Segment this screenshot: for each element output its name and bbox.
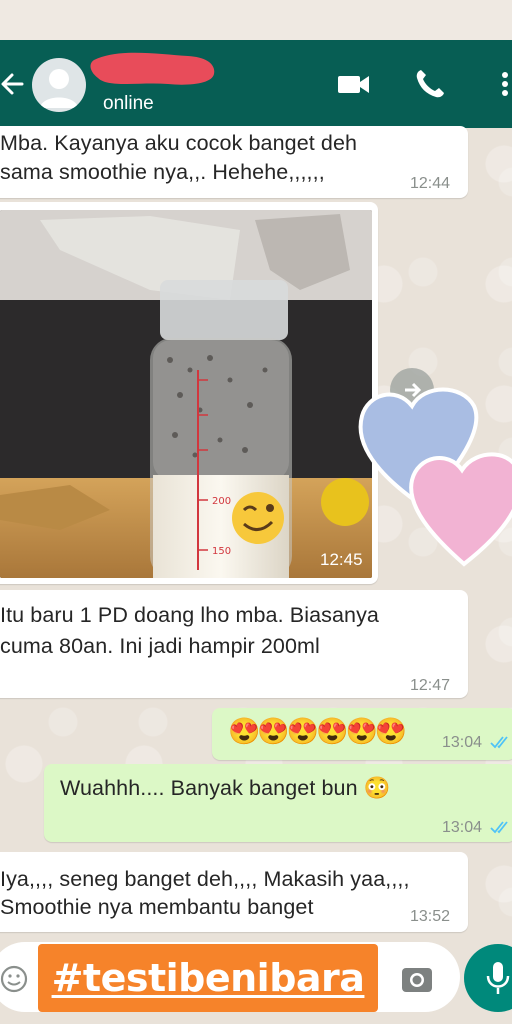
message-line: cuma 80an. Ini jadi hampir 200ml: [0, 634, 320, 658]
message-line: sama smoothie nya,,. Hehehe,,,,,,: [0, 160, 325, 184]
emoji-icon[interactable]: [0, 964, 30, 994]
avatar[interactable]: [32, 58, 86, 112]
milk-bottle-photo[interactable]: 200 150 12:45: [0, 210, 372, 578]
bottle-mark-150: 150: [212, 546, 231, 557]
read-ticks-icon: [490, 821, 508, 834]
wink-emoji: [232, 492, 284, 544]
camera-icon[interactable]: [398, 960, 436, 998]
more-menu-icon[interactable]: [486, 64, 512, 104]
message-time: 13:52: [410, 908, 451, 925]
message-text: Wuahhh.... Banyak banget bun 😳: [60, 776, 391, 800]
message-line: Smoothie nya membantu banget: [0, 895, 314, 919]
voice-call-icon[interactable]: [410, 64, 450, 104]
redacted-contact-name: [90, 52, 215, 85]
message-line: Mba. Kayanya aku cocok banget deh: [0, 131, 358, 155]
read-ticks-icon: [490, 736, 508, 749]
message-time: 12:47: [410, 677, 451, 694]
hashtag-banner: #testibenibara: [38, 944, 378, 1012]
image-time: 12:45: [320, 550, 363, 569]
message-time: 12:44: [410, 175, 451, 192]
bottle-mark-200: 200: [212, 496, 231, 507]
message-line: Iya,,,, seneg banget deh,,,, Makasih yaa…: [0, 867, 410, 891]
contact-status: online: [103, 93, 154, 114]
message-line: Itu baru 1 PD doang lho mba. Biasanya: [0, 603, 379, 627]
emoji-message: 😍😍😍😍😍😍: [228, 716, 407, 746]
default-avatar-icon: [40, 69, 78, 108]
message-time: 13:04: [442, 819, 483, 836]
message-time: 13:04: [442, 734, 483, 751]
pink-heart-sticker: [409, 452, 512, 567]
top-strip: [0, 0, 512, 40]
video-call-icon[interactable]: [334, 64, 374, 104]
mic-icon: [486, 962, 510, 994]
back-arrow-icon[interactable]: [0, 66, 26, 102]
